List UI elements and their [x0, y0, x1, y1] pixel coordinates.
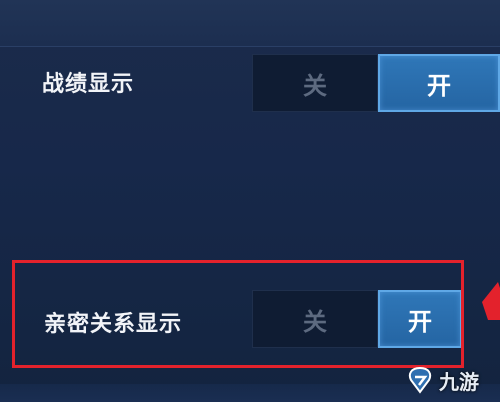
battle-record-on-option[interactable]: 开: [378, 54, 500, 112]
watermark: 九游: [405, 362, 479, 398]
red-arrow-icon: [482, 282, 500, 320]
watermark-text: 九游: [439, 369, 479, 394]
highlight-box: [12, 260, 464, 368]
header-band: [0, 0, 500, 47]
battle-record-display-toggle[interactable]: 关 开: [252, 54, 500, 112]
jiuyou-logo-icon: [408, 366, 432, 394]
battle-record-display-label: 战绩显示: [42, 72, 135, 97]
battle-record-off-option[interactable]: 关: [252, 54, 378, 112]
